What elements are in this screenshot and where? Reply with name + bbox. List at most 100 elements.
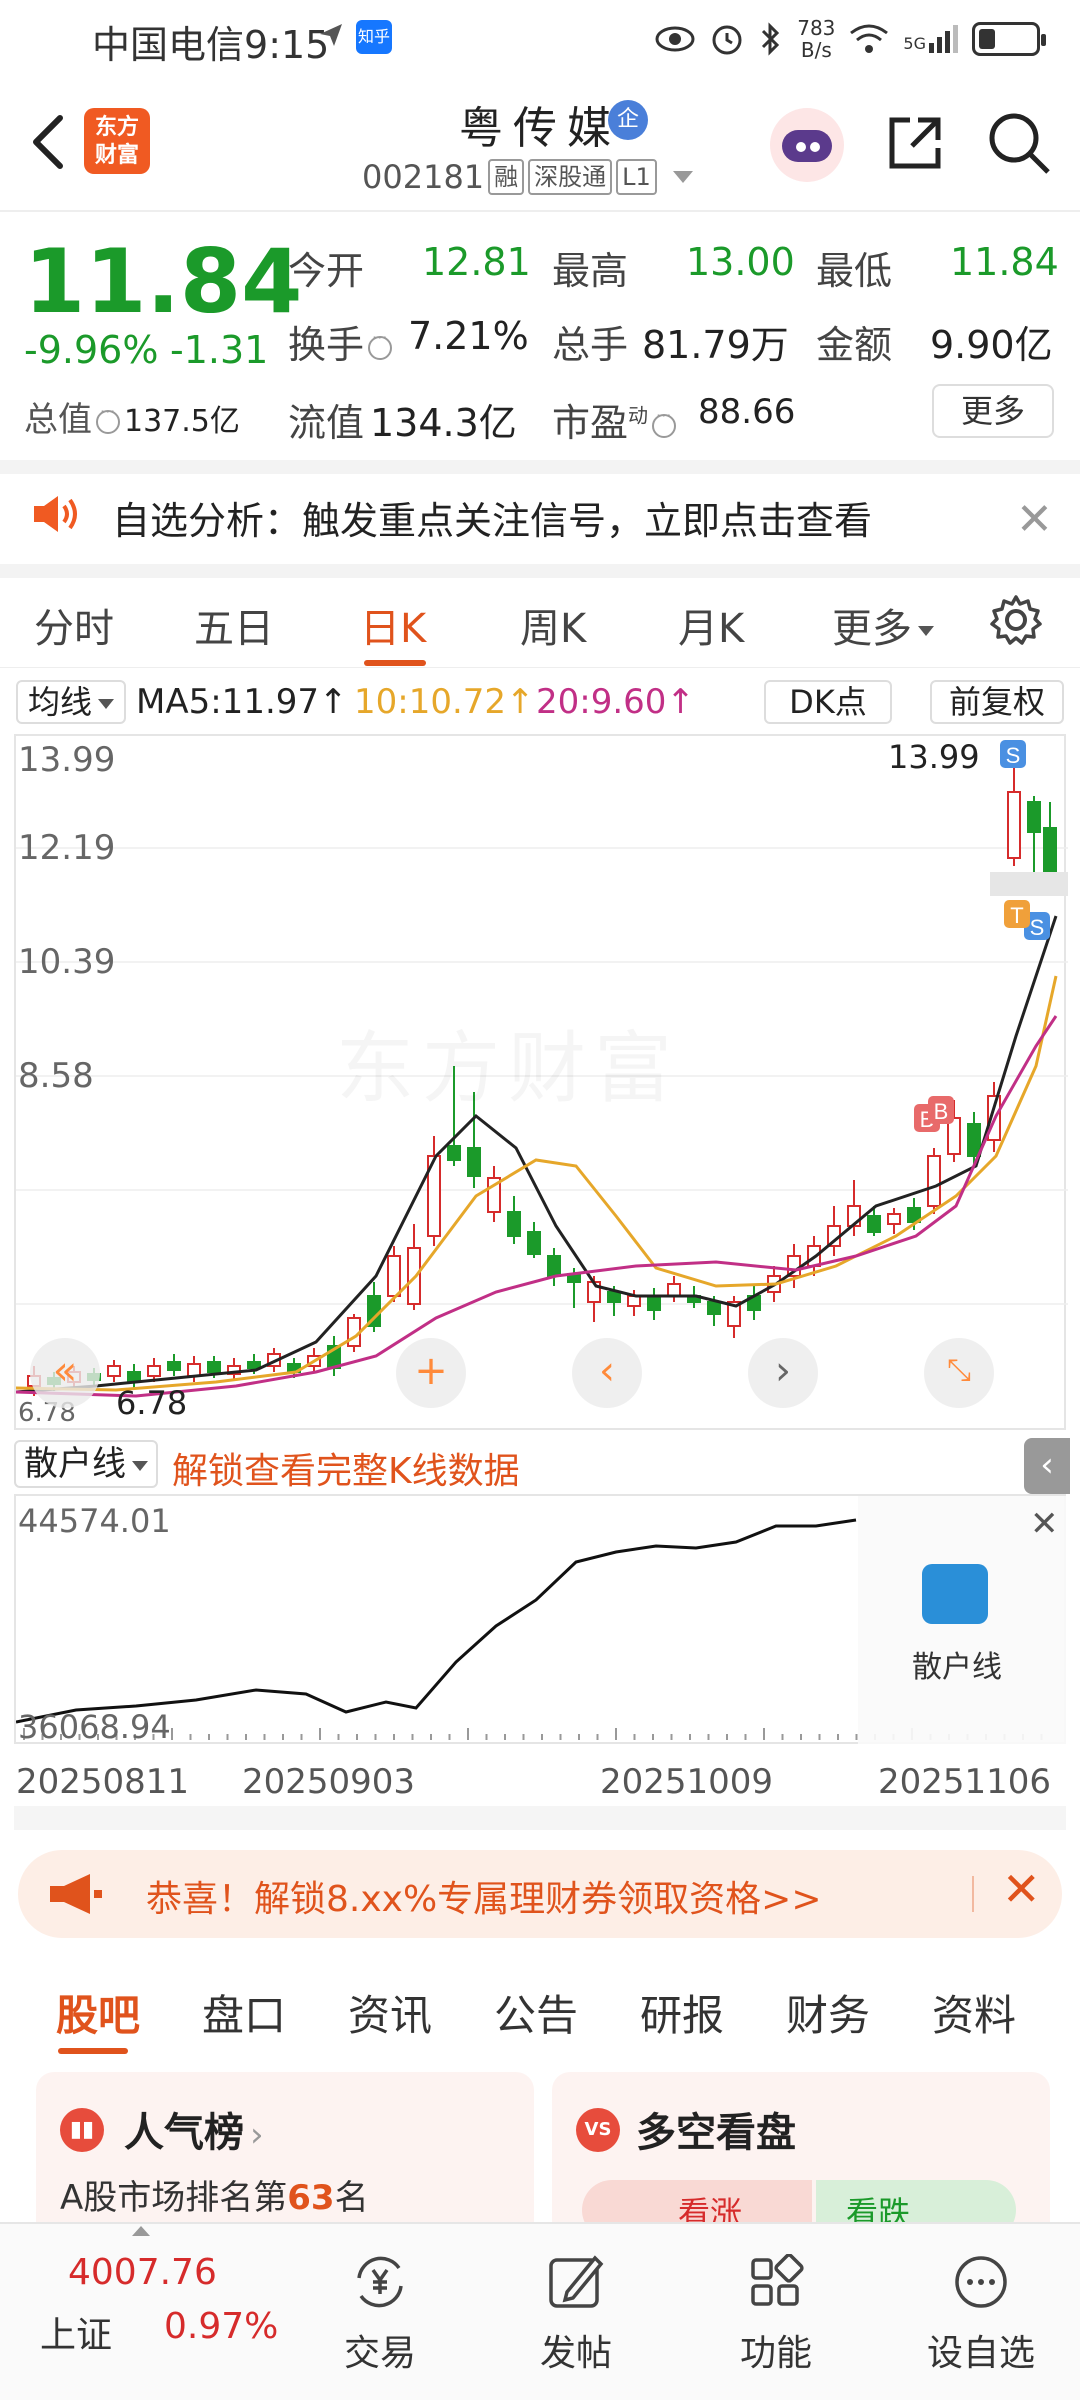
next-button[interactable]: › xyxy=(748,1338,818,1408)
tab-guba[interactable]: 股吧 xyxy=(56,1982,140,2043)
tab-financials[interactable]: 财务 xyxy=(786,1982,870,2043)
scroll-start-button[interactable]: « xyxy=(30,1338,100,1408)
candle-body xyxy=(1027,801,1041,833)
retail-line-chart[interactable]: 44574.01 36068.94 ✕ 散户线 xyxy=(14,1494,1066,1746)
tab-intraday[interactable]: 分时 xyxy=(34,596,114,654)
tag-shenzhen-connect: 深股通 xyxy=(528,159,613,195)
carrier-time: 中国电信9:15 xyxy=(92,14,329,69)
candle-body xyxy=(387,1255,401,1297)
candle-body xyxy=(887,1213,901,1225)
close-icon[interactable]: ✕ xyxy=(1030,1504,1059,1544)
chevron-right-icon: › xyxy=(250,2115,264,2155)
ai-assistant-avatar[interactable] xyxy=(770,108,844,182)
tab-news[interactable]: 资讯 xyxy=(348,1982,432,2043)
close-icon[interactable]: ✕ xyxy=(1002,1862,1041,1916)
low-value: 11.84 xyxy=(950,240,1059,284)
nav-add-watchlist[interactable]: 设自选 xyxy=(926,2254,1036,2376)
signal-marker-label: S xyxy=(1030,915,1045,940)
tab-five-day[interactable]: 五日 xyxy=(194,596,274,654)
ma-selector[interactable]: 均线 xyxy=(16,680,127,724)
fullscreen-button[interactable]: ⤡ xyxy=(924,1338,994,1408)
net-speed-value: 783 xyxy=(797,16,836,40)
tab-weekly-k[interactable]: 周K xyxy=(520,596,586,654)
promo-banner[interactable]: 恭喜！解锁8.xx%专属理财券领取资格>> ✕ xyxy=(18,1850,1062,1938)
info-icon[interactable] xyxy=(368,328,393,360)
y-label-2: 12.19 xyxy=(18,828,116,868)
retail-min-label: 36068.94 xyxy=(18,1708,171,1746)
nav-post-label: 发帖 xyxy=(539,2333,612,2374)
nav-add-watchlist-label: 设自选 xyxy=(926,2333,1035,2374)
tab-profile[interactable]: 资料 xyxy=(932,1982,1016,2043)
tag-level1: L1 xyxy=(616,159,657,195)
candle-body xyxy=(247,1361,261,1369)
info-icon[interactable] xyxy=(96,402,120,434)
popularity-title-text: 人气榜 xyxy=(124,2110,244,2156)
more-quote-button[interactable]: 更多 xyxy=(932,384,1054,438)
prev-button[interactable]: ‹ xyxy=(572,1338,642,1408)
active-tab-indicator xyxy=(58,2048,128,2054)
index-value[interactable]: 4007.76 xyxy=(68,2252,217,2293)
index-change[interactable]: 0.97% xyxy=(164,2306,278,2347)
close-icon[interactable]: ✕ xyxy=(1016,494,1053,545)
open-value: 12.81 xyxy=(422,240,531,284)
price-band xyxy=(990,872,1068,896)
info-tabs: 股吧 盘口 资讯 公告 研报 财务 资料 xyxy=(0,1960,1080,2056)
signal-notice[interactable]: 自选分析：触发重点关注信号，立即点击查看 ✕ xyxy=(0,464,1080,564)
dk-point-button[interactable]: DK点 xyxy=(764,680,892,724)
gap xyxy=(14,1806,1066,1830)
open-label: 今开 xyxy=(288,249,365,293)
nav-trade-label: 交易 xyxy=(343,2333,416,2374)
search-icon[interactable] xyxy=(986,110,1052,176)
candle-body xyxy=(147,1365,161,1377)
min-price-label: 6.78 xyxy=(116,1384,188,1422)
y-label-max: 13.99 xyxy=(18,740,116,780)
tab-monthly-k[interactable]: 月K xyxy=(678,596,744,654)
retail-line-selector[interactable]: 散户线 xyxy=(14,1440,158,1488)
candle-body xyxy=(207,1361,221,1373)
candle-body xyxy=(1043,827,1057,877)
tab-announcements[interactable]: 公告 xyxy=(494,1982,578,2043)
ma5-value: MA5:11.97↑ xyxy=(136,682,348,722)
tab-daily-k[interactable]: 日K xyxy=(360,596,426,654)
unlock-link[interactable]: 解锁查看完整K线数据 xyxy=(172,1442,520,1494)
ma-indicator-bar: 均线 MA5:11.97↑ 10:10.72↑ 20:9.60↑ DK点 前复权 xyxy=(0,676,1080,728)
chevron-down-icon xyxy=(98,699,115,709)
candle-body xyxy=(667,1283,681,1297)
nav-post[interactable]: 发帖 xyxy=(526,2254,626,2376)
tab-more[interactable]: 更多 xyxy=(832,596,934,654)
candle-body xyxy=(167,1361,181,1371)
change-amount: -1.31 xyxy=(170,328,269,372)
gear-icon[interactable] xyxy=(990,594,1042,646)
more-circle-icon xyxy=(955,2256,1007,2308)
zoom-in-button[interactable]: + xyxy=(396,1338,466,1408)
date-label: 20250811 xyxy=(16,1762,190,1802)
stock-code-line[interactable]: 002181 融 深股通 L1 xyxy=(362,158,693,196)
retail-overlay[interactable]: ✕ 散户线 xyxy=(858,1496,1066,1744)
float-cap-label: 流值 xyxy=(288,401,365,445)
kline-chart[interactable]: SSTBB 13.99 12.19 10.39 8.58 6.78 13.99 … xyxy=(14,734,1068,1430)
turnover-value: 7.21% xyxy=(408,314,529,358)
divider xyxy=(0,210,1080,212)
clock: 9:15 xyxy=(244,23,330,67)
popularity-title: 人气榜 › xyxy=(124,2100,264,2158)
share-icon[interactable] xyxy=(884,112,946,174)
nav-trade[interactable]: 交易 xyxy=(330,2254,430,2376)
pe-super: 动 xyxy=(628,403,649,428)
enterprise-badge: 企 xyxy=(608,100,648,140)
candle-body xyxy=(607,1291,621,1303)
nav-features[interactable]: 功能 xyxy=(726,2253,826,2376)
chevron-down-icon[interactable] xyxy=(672,171,693,183)
adjust-button[interactable]: 前复权 xyxy=(930,680,1064,724)
float-cap-value: 134.3亿 xyxy=(370,401,517,445)
carrier-label: 中国电信 xyxy=(92,23,245,67)
info-icon[interactable] xyxy=(652,406,677,438)
tab-order-book[interactable]: 盘口 xyxy=(202,1982,286,2043)
collapse-icon[interactable]: ‹ xyxy=(1024,1438,1070,1494)
candle-body xyxy=(547,1255,561,1277)
volume-label: 总手 xyxy=(552,323,629,367)
signal-label: 5G xyxy=(903,34,926,53)
signal-marker-label: S xyxy=(1006,743,1021,768)
date-label: 20250903 xyxy=(242,1762,416,1802)
tab-research[interactable]: 研报 xyxy=(640,1982,724,2043)
index-name[interactable]: 上证 xyxy=(40,2306,112,2358)
